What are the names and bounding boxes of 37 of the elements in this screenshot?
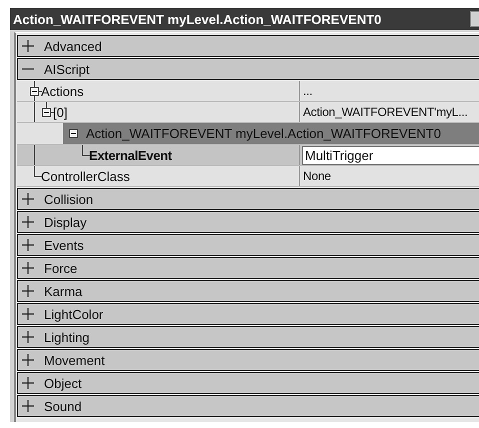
category-row[interactable]: Events bbox=[17, 234, 479, 256]
category-row[interactable]: Advanced bbox=[17, 35, 479, 57]
property-name: Actions bbox=[41, 84, 84, 98]
expand-icon[interactable] bbox=[22, 193, 34, 205]
collapse-icon[interactable] bbox=[30, 86, 39, 96]
category-row[interactable]: Display bbox=[17, 211, 479, 233]
category-row[interactable]: AIScript bbox=[17, 58, 479, 80]
expand-icon[interactable] bbox=[22, 308, 34, 320]
property-name: ControllerClass bbox=[41, 168, 130, 184]
expand-icon[interactable] bbox=[22, 239, 34, 251]
category-row[interactable]: Lighting bbox=[17, 326, 479, 348]
category-row[interactable]: Sound bbox=[17, 395, 479, 417]
property-value: Action_WAITFOREVENT'myL... bbox=[303, 105, 468, 119]
collapse-icon[interactable] bbox=[42, 108, 51, 116]
expand-icon[interactable] bbox=[22, 262, 34, 274]
collapse-icon[interactable] bbox=[69, 129, 78, 138]
property-name: ExternalEvent bbox=[89, 148, 172, 162]
expand-icon[interactable] bbox=[22, 377, 34, 389]
expand-icon[interactable] bbox=[22, 216, 34, 228]
category-row[interactable]: Movement bbox=[17, 349, 479, 371]
category-row[interactable]: Force bbox=[17, 257, 479, 279]
expand-icon[interactable] bbox=[22, 331, 34, 343]
object-title: Action_WAITFOREVENT myLevel.Action_WAITFOREVENT0 bbox=[86, 126, 441, 141]
expand-icon[interactable] bbox=[22, 354, 34, 366]
category-row[interactable]: Object bbox=[17, 372, 479, 394]
category-row[interactable]: Collision bbox=[17, 188, 479, 210]
expand-icon[interactable] bbox=[22, 285, 34, 297]
category-row[interactable]: LightColor bbox=[17, 303, 479, 325]
category-row[interactable]: Karma bbox=[17, 280, 479, 302]
value-field[interactable]: MultiTrigger bbox=[302, 146, 479, 164]
property-name: [0] bbox=[53, 104, 68, 120]
property-value: ... bbox=[303, 84, 312, 98]
tree-line bbox=[82, 145, 90, 156]
property-value: None bbox=[303, 169, 331, 183]
expand-icon[interactable] bbox=[22, 400, 34, 412]
window-title: Action_WAITFOREVENT myLevel.Action_WAITFOREVENT0 bbox=[13, 12, 382, 26]
expand-icon[interactable] bbox=[22, 40, 34, 52]
